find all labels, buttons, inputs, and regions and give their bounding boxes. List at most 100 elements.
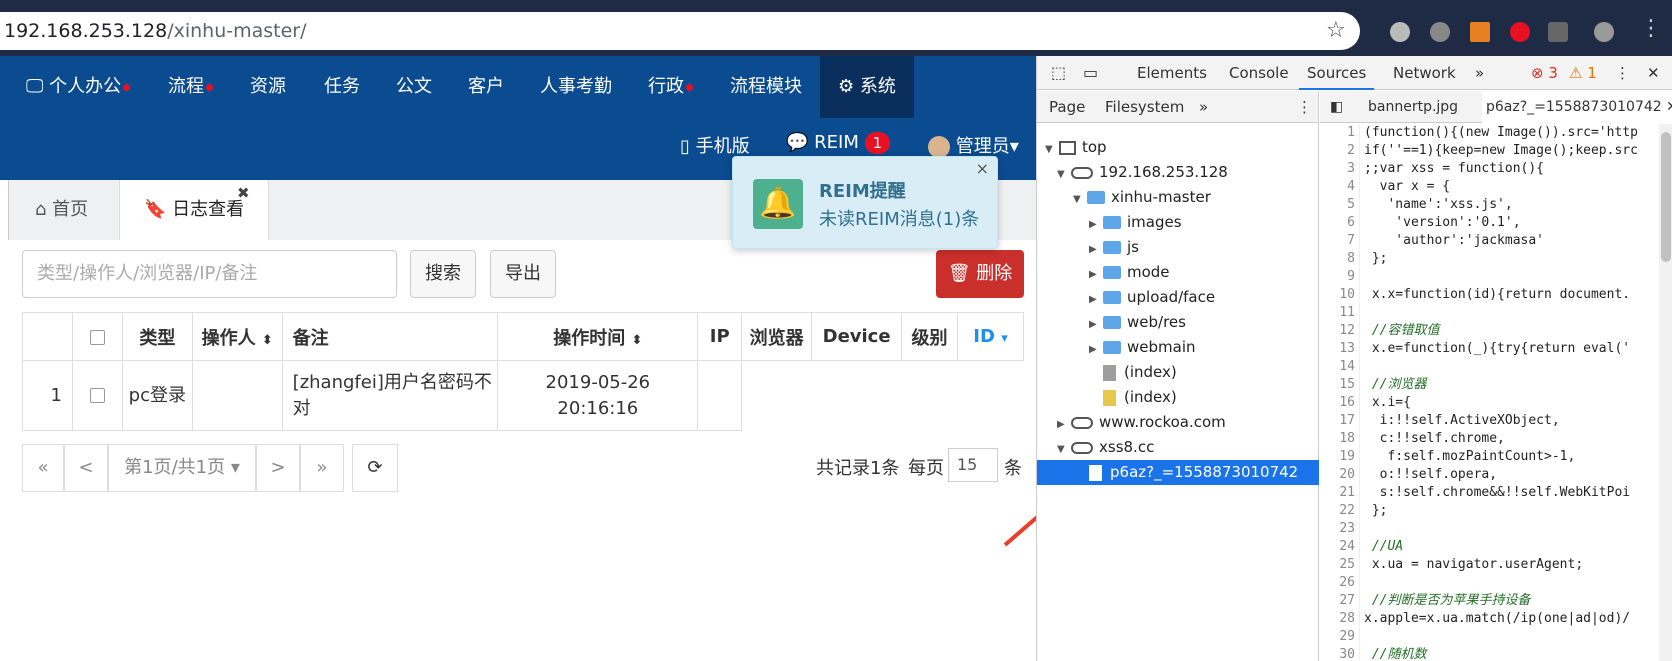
admin-menu[interactable]: 管理员▾ bbox=[928, 132, 1019, 158]
tree-item[interactable]: ▶ web/res bbox=[1037, 310, 1319, 335]
extension-icon[interactable] bbox=[1470, 22, 1490, 42]
bookmark-star-icon[interactable]: ☆ bbox=[1326, 20, 1346, 42]
per-page-input[interactable]: 15 bbox=[948, 448, 998, 482]
editor-tab-p6az[interactable]: p6az?_=1558873010742 ✕ bbox=[1482, 91, 1672, 123]
inspect-icon[interactable]: ⬚ bbox=[1051, 56, 1066, 90]
address-bar[interactable]: 192.168.253.128/xinhu-master/ bbox=[0, 12, 1360, 50]
tree-item[interactable]: ▼ 192.168.253.128 bbox=[1037, 160, 1319, 185]
extension-icon[interactable] bbox=[1548, 22, 1568, 42]
line-number: 20 bbox=[1339, 467, 1355, 482]
tree-item[interactable]: ▶ mode bbox=[1037, 260, 1319, 285]
nav-admin[interactable]: 行政 bbox=[648, 56, 693, 118]
nav-documents[interactable]: 公文 bbox=[396, 56, 432, 118]
code-line: var x = { bbox=[1364, 179, 1451, 194]
extension-icon[interactable] bbox=[1390, 22, 1410, 42]
toggle-navigator-icon[interactable]: ◧ bbox=[1330, 91, 1343, 123]
tree-item[interactable]: ▶ js bbox=[1037, 235, 1319, 260]
prev-page-button[interactable]: < bbox=[64, 444, 108, 492]
tab-home[interactable]: ⌂ 首页 bbox=[35, 180, 88, 240]
nav-resources[interactable]: 资源 bbox=[250, 56, 286, 118]
export-button[interactable]: 导出 bbox=[490, 250, 556, 298]
extension-icon[interactable] bbox=[1430, 22, 1450, 42]
refresh-button[interactable]: ⟳ bbox=[352, 444, 398, 492]
line-numbers: 1 2 3 4 5 6 7 8 9 10 11 12 13 14 15 16 17 18 19 20 21 22 23 24 2… bbox=[1320, 124, 1360, 661]
more-tabs-icon[interactable]: » bbox=[1475, 56, 1484, 90]
col-id[interactable]: ID ▾ bbox=[957, 312, 1024, 361]
search-input[interactable]: 类型/操作人/浏览器/IP/备注 bbox=[22, 250, 397, 298]
profile-avatar-icon[interactable] bbox=[1594, 22, 1614, 42]
more-tabs-icon[interactable]: » bbox=[1199, 91, 1208, 123]
row-checkbox[interactable] bbox=[71, 360, 123, 431]
col-note[interactable]: 备注 bbox=[281, 312, 499, 361]
tree-item[interactable]: ▼ xss8.cc bbox=[1037, 435, 1319, 460]
close-icon[interactable]: × bbox=[976, 159, 989, 178]
menu-kebab-icon[interactable]: ⋮ bbox=[1640, 18, 1662, 40]
tab-console[interactable]: Console bbox=[1229, 56, 1289, 90]
next-page-button[interactable]: > bbox=[256, 444, 300, 492]
tree-item[interactable]: ▼ xinhu-master bbox=[1037, 185, 1319, 210]
tree-item[interactable]: ▶ upload/face bbox=[1037, 285, 1319, 310]
table-row[interactable]: 1 pc登录 [zhangfei]用户名密码不对 2019-05-26 20:1… bbox=[22, 360, 1024, 431]
close-icon[interactable]: ✖ bbox=[237, 184, 250, 202]
col-ip[interactable]: IP bbox=[697, 312, 743, 361]
col-operator[interactable]: 操作人 ⬍ bbox=[191, 312, 283, 361]
tab-network[interactable]: Network bbox=[1393, 56, 1456, 90]
close-icon: ✕ bbox=[1666, 99, 1672, 115]
line-number: 16 bbox=[1339, 395, 1355, 410]
tree-item[interactable]: ▼ top bbox=[1037, 135, 1319, 160]
tree-item[interactable]: (index) bbox=[1037, 385, 1319, 410]
tab-sources[interactable]: Sources bbox=[1299, 56, 1375, 90]
tree-item[interactable]: ▶ www.rockoa.com bbox=[1037, 410, 1319, 435]
last-page-button[interactable]: » bbox=[300, 444, 344, 492]
nav-customers[interactable]: 客户 bbox=[468, 56, 504, 118]
delete-button[interactable]: 🗑 删除 bbox=[936, 250, 1024, 298]
tree-item-selected[interactable]: p6az?_=1558873010742 bbox=[1037, 460, 1319, 485]
menu-kebab-icon[interactable]: ⋮ bbox=[1297, 91, 1312, 123]
search-button[interactable]: 搜索 bbox=[410, 250, 476, 298]
code-content[interactable]: (function(){(new Image()).src='http if(''… bbox=[1364, 124, 1664, 661]
first-page-button[interactable]: « bbox=[22, 444, 64, 492]
scrollbar[interactable] bbox=[1659, 124, 1672, 661]
nav-hr[interactable]: 人事考勤 bbox=[540, 56, 612, 118]
reim-notification[interactable]: 🔔 REIM提醒 未读REIM消息(1)条 × bbox=[732, 156, 998, 249]
col-time[interactable]: 操作时间 ⬍ bbox=[497, 312, 699, 361]
code-line: //浏览器 bbox=[1364, 377, 1427, 392]
nav-workflow[interactable]: 流程 bbox=[168, 56, 213, 118]
code-line: (function(){(new Image()).src='http bbox=[1364, 125, 1638, 140]
reim-link[interactable]: 💬 REIM 1 bbox=[786, 132, 891, 154]
nav-personal-office[interactable]: 🖵 个人办公 bbox=[26, 56, 131, 118]
line-number: 18 bbox=[1339, 431, 1355, 446]
line-number: 27 bbox=[1339, 593, 1355, 608]
tab-page[interactable]: Page bbox=[1049, 91, 1085, 123]
nav-tasks[interactable]: 任务 bbox=[324, 56, 360, 118]
nav-flow-module[interactable]: 流程模块 bbox=[730, 56, 802, 118]
code-line: f:self.mozPaintCount>-1, bbox=[1364, 449, 1576, 464]
col-type[interactable]: 类型 bbox=[121, 312, 193, 361]
page-select[interactable]: 第1页/共1页 ▾ bbox=[108, 444, 256, 492]
tree-item[interactable]: ▶ webmain bbox=[1037, 335, 1319, 360]
line-number: 1 bbox=[1347, 125, 1355, 140]
mobile-link[interactable]: ▯ 手机版 bbox=[680, 132, 750, 158]
nav-system[interactable]: ⚙ 系统 bbox=[820, 56, 914, 118]
extension-icon[interactable] bbox=[1510, 22, 1530, 42]
editor-tab-bannertp[interactable]: bannertp.jpg bbox=[1368, 91, 1458, 123]
col-level[interactable]: 级别 bbox=[901, 312, 959, 361]
col-device[interactable]: Device bbox=[811, 312, 903, 361]
code-line: //判断是否为苹果手持设备 bbox=[1364, 593, 1531, 608]
device-toggle-icon[interactable]: ▭ bbox=[1083, 56, 1098, 90]
col-browser[interactable]: 浏览器 bbox=[741, 312, 813, 361]
close-icon[interactable]: ✕ bbox=[1647, 56, 1660, 90]
warning-count[interactable]: ⚠ 1 bbox=[1569, 56, 1597, 90]
line-number: 2 bbox=[1347, 143, 1355, 158]
tree-item[interactable]: (index) bbox=[1037, 360, 1319, 385]
select-all-checkbox[interactable] bbox=[71, 312, 123, 361]
code-line: }; bbox=[1364, 251, 1388, 266]
tab-elements[interactable]: Elements bbox=[1137, 56, 1207, 90]
tab-filesystem[interactable]: Filesystem bbox=[1105, 91, 1184, 123]
menu-kebab-icon[interactable]: ⋮ bbox=[1615, 56, 1630, 90]
error-count[interactable]: ⊗ 3 bbox=[1531, 56, 1558, 90]
tree-item[interactable]: ▶ images bbox=[1037, 210, 1319, 235]
line-number: 12 bbox=[1339, 323, 1355, 338]
